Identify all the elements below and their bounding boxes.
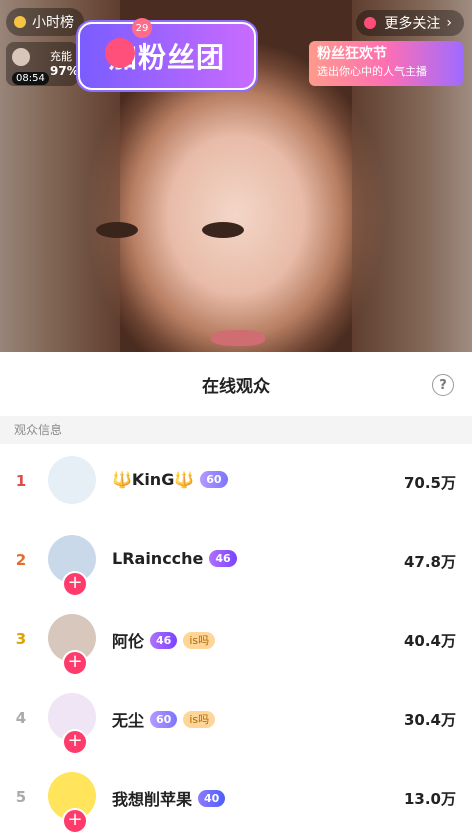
question-circle-icon[interactable]: ? <box>432 374 454 396</box>
viewer-name-text: 我想削苹果 <box>112 790 193 809</box>
more-follow-label: 更多关注 <box>384 16 441 32</box>
viewer-name: 阿伦 46 is吗 <box>112 628 216 652</box>
heart-icon <box>105 38 135 68</box>
viewer-name-text: 阿伦 <box>112 632 145 651</box>
viewer-amount: 30.4万 <box>403 711 456 729</box>
rank-label: 小时榜 <box>32 15 74 31</box>
viewer-name-text: 无尘 <box>112 711 145 730</box>
follow-plus-icon[interactable]: + <box>62 650 88 676</box>
viewer-name: 🔱KinG🔱 60 <box>112 470 228 489</box>
viewer-row[interactable]: 2 + LRaincche 46 47.8万 <box>0 523 472 601</box>
viewer-name: 我想削苹果 40 <box>112 786 226 810</box>
chevron-right-icon: › <box>446 15 452 31</box>
live-stream-preview: 小时榜 更多关注 › 充能 97% 08:54 29 加粉丝团 粉丝狂欢节 选出… <box>0 0 472 352</box>
extra-badge: is吗 <box>183 631 216 649</box>
panel-title: 在线观众 <box>202 376 270 397</box>
online-audience-panel: 在线观众 ? 观众信息 1 🔱KinG🔱 60 70.5万 2 + LRainc… <box>0 352 472 840</box>
rank-number: 4 <box>15 709 27 727</box>
fan-badge-count: 29 <box>132 18 152 38</box>
avatar <box>48 456 96 504</box>
fan-level-badge: 46 <box>150 631 178 649</box>
rank-number: 3 <box>15 630 27 648</box>
viewer-name: LRaincche 46 <box>112 549 237 568</box>
viewer-row[interactable]: 3 + 阿伦 46 is吗 40.4万 <box>0 602 472 680</box>
carnival-subtitle: 选出你心中的人气主播 <box>317 65 427 78</box>
carnival-banner[interactable]: 粉丝狂欢节 选出你心中的人气主播 <box>309 41 463 86</box>
carnival-title: 粉丝狂欢节 <box>317 46 387 62</box>
fan-level-badge: 60 <box>200 471 228 488</box>
fan-level-badge: 40 <box>198 789 226 807</box>
left-eye <box>96 222 138 238</box>
viewer-amount: 70.5万 <box>403 474 456 492</box>
viewer-name-text: 🔱KinG🔱 <box>112 470 195 489</box>
right-eye <box>202 222 244 238</box>
follow-plus-icon[interactable]: + <box>62 571 88 597</box>
follow-plus-icon[interactable]: + <box>62 808 88 834</box>
viewer-name: 无尘 60 is吗 <box>112 707 216 731</box>
viewer-amount: 40.4万 <box>403 632 456 650</box>
fan-level-badge: 60 <box>150 710 178 728</box>
live-time: 08:54 <box>12 72 49 85</box>
charge-label: 充能 <box>50 50 72 63</box>
charge-percent: 97% <box>50 64 79 78</box>
follow-plus-icon[interactable]: + <box>62 729 88 755</box>
viewer-row[interactable]: 5 + 我想削苹果 40 13.0万 <box>0 760 472 838</box>
host-status-box: 充能 97% 08:54 <box>6 42 79 86</box>
rank-icon <box>14 16 26 28</box>
more-follow-button[interactable]: 更多关注 › <box>356 10 464 36</box>
viewer-name-text: LRaincche <box>112 549 204 568</box>
viewer-row[interactable]: 4 + 无尘 60 is吗 30.4万 <box>0 681 472 759</box>
lips <box>211 330 265 346</box>
host-avatar <box>12 48 30 66</box>
fan-group-banner[interactable]: 29 加粉丝团 <box>78 18 256 90</box>
rank-number: 5 <box>15 788 27 806</box>
viewer-row[interactable]: 1 🔱KinG🔱 60 70.5万 <box>0 444 472 522</box>
section-label: 观众信息 <box>0 416 472 444</box>
viewer-amount: 47.8万 <box>403 553 456 571</box>
fan-level-badge: 46 <box>209 550 237 567</box>
panel-header: 在线观众 ? <box>0 352 472 416</box>
viewer-amount: 13.0万 <box>403 790 456 808</box>
extra-badge: is吗 <box>183 710 216 728</box>
rank-number: 1 <box>15 472 27 490</box>
follow-icon <box>364 17 377 29</box>
hour-rank-button[interactable]: 小时榜 <box>6 8 84 36</box>
rank-number: 2 <box>15 551 27 569</box>
